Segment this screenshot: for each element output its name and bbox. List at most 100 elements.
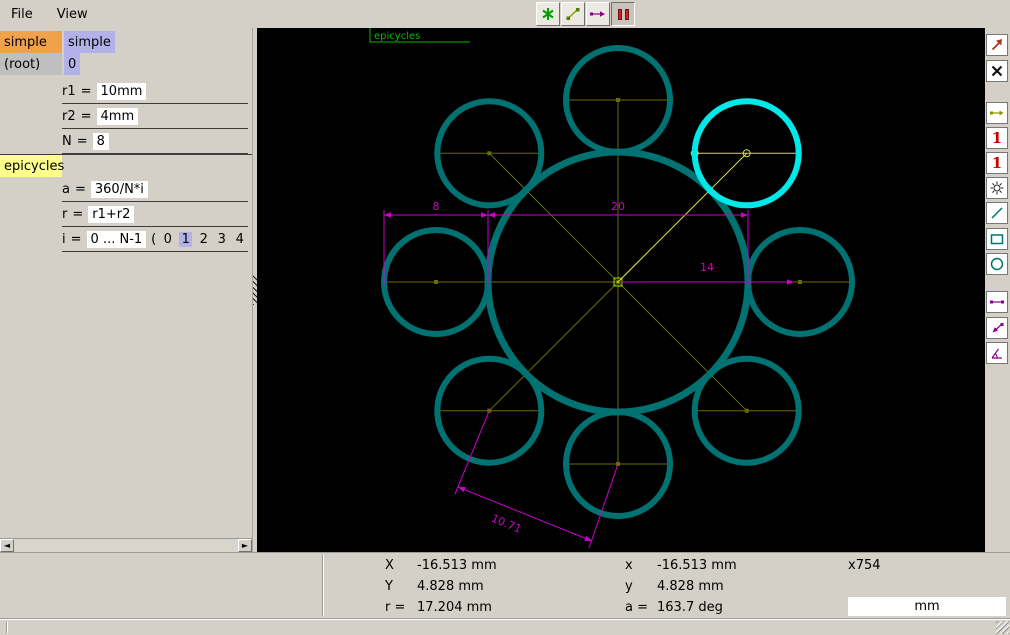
measure-icon xyxy=(989,105,1005,121)
line-tool-button-right[interactable] xyxy=(986,202,1008,224)
equals-sign: = xyxy=(76,133,88,149)
pause-icon xyxy=(617,8,629,20)
line-icon xyxy=(989,205,1005,221)
snap-point-button[interactable] xyxy=(536,2,560,26)
status-x-value: -16.513 mm xyxy=(417,558,497,573)
equals-sign: = xyxy=(80,83,92,99)
dimension-tool-icon xyxy=(589,6,607,22)
resize-grip[interactable] xyxy=(996,621,1009,634)
iter-value-4[interactable]: 4 xyxy=(233,232,246,247)
tree-row-simple: simple simple xyxy=(0,31,252,53)
status-y-value: 4.828 mm xyxy=(417,579,484,594)
tree-node-root-index[interactable]: 0 xyxy=(64,53,81,75)
param-value-input[interactable]: 10mm xyxy=(96,82,147,100)
param-name: r2 xyxy=(62,108,76,124)
unit-selector[interactable]: mm xyxy=(848,597,1006,616)
iter-range-input[interactable]: 0 ... N-1 xyxy=(86,230,147,248)
bottom-status-bar xyxy=(0,618,1010,635)
parameter-panel: simple simple (root) 0 r1 = 10mm r2 = 4m… xyxy=(0,28,252,552)
right-toolbar: 1 1 xyxy=(985,28,1010,552)
param-row-i: i = 0 ... N-1 ( 0 1 2 3 4 5 xyxy=(0,227,252,252)
digit-one-button-b[interactable]: 1 xyxy=(986,152,1008,174)
line-tool-icon xyxy=(565,6,581,22)
iter-value-1-selected[interactable]: 1 xyxy=(179,231,193,247)
snap-point-icon xyxy=(540,6,556,22)
param-row-r: r = r1+r2 xyxy=(0,202,252,227)
scroll-left-button[interactable]: ◄ xyxy=(0,539,14,552)
open-paren: ( xyxy=(151,231,157,247)
status-a-value: 163.7 deg xyxy=(657,600,723,615)
leader-icon xyxy=(989,320,1005,336)
rotate-icon xyxy=(989,180,1005,196)
scrollbar-track[interactable] xyxy=(14,539,238,552)
param-value-input[interactable]: 360/N*i xyxy=(90,180,148,198)
tree-node-root[interactable]: (root) xyxy=(0,53,62,75)
param-name: r1 xyxy=(62,83,76,99)
param-row-r2: r2 = 4mm xyxy=(0,104,252,129)
dimension-button[interactable] xyxy=(986,291,1008,313)
pointer-arrow-icon xyxy=(989,37,1005,53)
dim-label-big-diameter[interactable]: 20 xyxy=(611,200,625,213)
scroll-right-button[interactable]: ► xyxy=(238,539,252,552)
digit-one-button-a[interactable]: 1 xyxy=(986,127,1008,149)
status-y2-value: 4.828 mm xyxy=(657,579,724,594)
angle-dimension-button[interactable] xyxy=(986,342,1008,364)
status-a-label: a = xyxy=(625,600,648,615)
epicycles-drawing[interactable]: 8 20 14 10.71 epicycles xyxy=(257,28,985,552)
param-row-a: a = 360/N*i xyxy=(0,177,252,202)
menu-bar: File View xyxy=(0,0,1010,28)
param-row-N: N = 8 xyxy=(0,129,252,154)
close-icon xyxy=(989,63,1005,79)
dim-label-spacing[interactable]: 10.71 xyxy=(489,512,523,536)
digit-one-icon: 1 xyxy=(991,153,1003,172)
tree-node-simple[interactable]: simple xyxy=(0,31,62,53)
app-window: File View simple simple (root) 0 r1 = 10… xyxy=(0,0,1010,635)
dimension-tool-button[interactable] xyxy=(586,2,610,26)
dimension-icon xyxy=(989,294,1005,310)
dim-label-center-distance[interactable]: 14 xyxy=(700,261,714,274)
tree-node-simple-instance[interactable]: simple xyxy=(64,31,115,53)
status-x-label: X xyxy=(385,558,394,573)
rotate-button[interactable] xyxy=(986,177,1008,199)
equals-sign: = xyxy=(72,206,84,222)
param-value-input[interactable]: 8 xyxy=(92,132,109,150)
group-label-epicycles[interactable]: epicycles xyxy=(0,155,64,177)
canvas-group-label[interactable]: epicycles xyxy=(374,31,420,42)
equals-sign: = xyxy=(74,181,86,197)
status-x2-label: x xyxy=(625,558,633,573)
pointer-arrow-button[interactable] xyxy=(986,34,1008,56)
close-button[interactable] xyxy=(986,60,1008,82)
line-tool-button[interactable] xyxy=(561,2,585,26)
rectangle-tool-button[interactable] xyxy=(986,228,1008,250)
digit-one-icon: 1 xyxy=(991,128,1003,147)
param-name: r xyxy=(62,206,68,222)
status-r-value: 17.204 mm xyxy=(417,600,492,615)
status-panel: X -16.513 mm Y 4.828 mm r = 17.204 mm x … xyxy=(0,552,1010,618)
param-name: i xyxy=(62,231,66,247)
equals-sign: = xyxy=(80,108,92,124)
circle-icon xyxy=(989,256,1005,272)
group-row-epicycles: epicycles xyxy=(0,154,252,177)
menu-view[interactable]: View xyxy=(54,5,91,24)
bottom-bar-tick xyxy=(6,622,8,633)
measure-button[interactable] xyxy=(986,102,1008,124)
drawing-canvas[interactable]: 8 20 14 10.71 epicycles xyxy=(257,28,985,552)
circle-tool-button[interactable] xyxy=(986,253,1008,275)
dim-label-small-diameter[interactable]: 8 xyxy=(433,200,440,213)
iter-value-3[interactable]: 3 xyxy=(215,232,228,247)
param-row-r1: r1 = 10mm xyxy=(0,79,252,104)
param-name: N xyxy=(62,133,72,149)
iter-value-0[interactable]: 0 xyxy=(161,232,174,247)
sidebar-scrollbar[interactable]: ◄ ► xyxy=(0,538,252,552)
status-y2-label: y xyxy=(625,579,633,594)
param-value-input[interactable]: 4mm xyxy=(96,107,139,125)
rectangle-icon xyxy=(989,231,1005,247)
menu-file[interactable]: File xyxy=(8,5,36,24)
leader-button[interactable] xyxy=(986,317,1008,339)
iter-value-2[interactable]: 2 xyxy=(197,232,210,247)
status-x2-value: -16.513 mm xyxy=(657,558,737,573)
pause-button[interactable] xyxy=(611,2,635,26)
main-area: simple simple (root) 0 r1 = 10mm r2 = 4m… xyxy=(0,28,1010,552)
status-y-label: Y xyxy=(385,579,393,594)
param-value-input[interactable]: r1+r2 xyxy=(88,205,135,223)
